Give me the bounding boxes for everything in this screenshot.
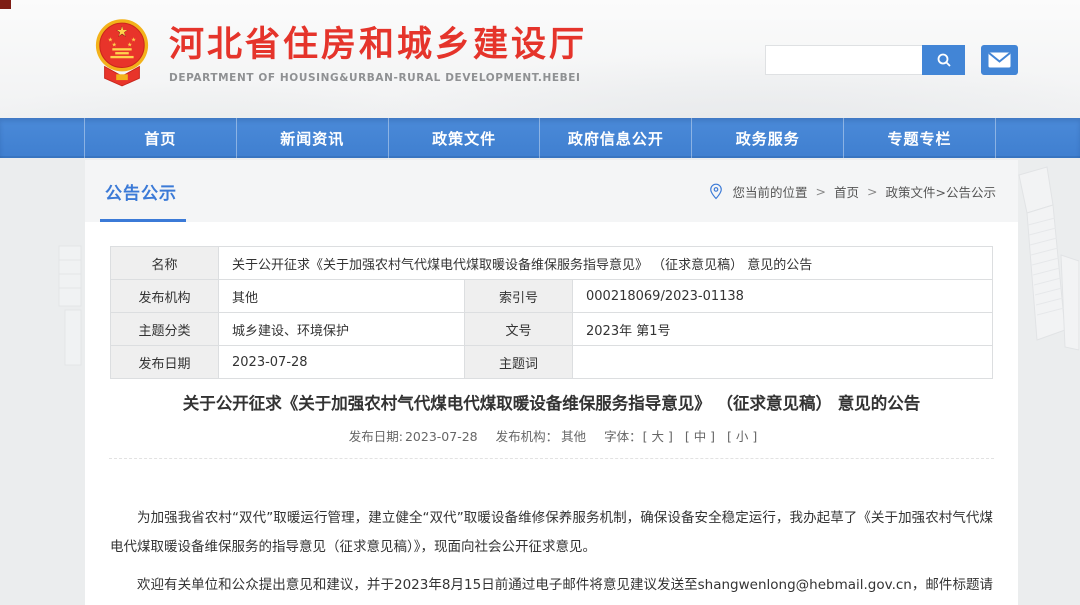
- info-label-date: 发布日期: [111, 346, 219, 379]
- nav-item-services[interactable]: 政务服务: [691, 118, 843, 158]
- brand-text: 河北省住房和城乡建设厅 DEPARTMENT OF HOUSING&URBAN-…: [169, 18, 587, 84]
- location-pin-icon: [709, 183, 723, 200]
- font-size-large-button[interactable]: [ 大 ]: [643, 429, 673, 444]
- table-row: 发布机构 其他 索引号 000218069/2023-01138: [111, 280, 993, 313]
- building-watermark-left: [55, 240, 85, 370]
- info-label-category: 主题分类: [111, 313, 219, 346]
- info-label-docnumber: 文号: [465, 313, 573, 346]
- site-subtitle: DEPARTMENT OF HOUSING&URBAN-RURAL DEVELO…: [169, 72, 587, 84]
- nav-item-home[interactable]: 首页: [84, 118, 236, 158]
- main-area: 公告公示 您当前的位置 > 首页 > 政策文件>公告公示 名称: [0, 160, 1080, 605]
- info-label-name: 名称: [111, 247, 219, 280]
- breadcrumb: 您当前的位置 > 首页 > 政策文件>公告公示: [709, 182, 996, 201]
- breadcrumb-strip: 公告公示 您当前的位置 > 首页 > 政策文件>公告公示: [85, 160, 1018, 222]
- info-value-date: 2023-07-28: [219, 346, 465, 379]
- header-search: [765, 45, 1018, 75]
- breadcrumb-separator: >: [867, 184, 877, 199]
- breadcrumb-location-label: 您当前的位置: [733, 182, 808, 201]
- publish-date: 2023-07-28: [405, 429, 478, 444]
- publish-org: 其他: [561, 429, 586, 444]
- search-icon: [936, 52, 952, 68]
- site-header: ★ ★ ★ ★ ★ ★ 河北省住房和城乡建设厅 DEPARTMENT OF HO…: [0, 0, 1080, 118]
- info-value-publisher: 其他: [219, 280, 465, 313]
- main-nav: 首页 新闻资讯 政策文件 政府信息公开 政务服务 专题专栏: [0, 118, 1080, 158]
- section-title-tab[interactable]: 公告公示: [105, 179, 177, 204]
- article-paragraph: 欢迎有关单位和公众提出意见和建议，并于2023年8月15日前通过电子邮件将意见建…: [110, 571, 993, 605]
- svg-text:★: ★: [127, 41, 132, 48]
- nav-item-gov-info[interactable]: 政府信息公开: [539, 118, 691, 158]
- info-label-publisher: 发布机构: [111, 280, 219, 313]
- info-value-keywords: [573, 346, 993, 379]
- info-value-name: 关于公开征求《关于加强农村气代煤电代煤取暖设备维保服务指导意见》 （征求意见稿）…: [219, 247, 993, 280]
- article-meta: 发布日期:2023-07-28 发布机构：其他 字体：[ 大 ] [ 中 ] […: [85, 426, 1018, 445]
- info-value-docnumber: 2023年 第1号: [573, 313, 993, 346]
- table-row: 发布日期 2023-07-28 主题词: [111, 346, 993, 379]
- search-button[interactable]: [922, 45, 965, 75]
- section-title-underline: [100, 219, 186, 222]
- info-label-keywords: 主题词: [465, 346, 573, 379]
- content-card: 公告公示 您当前的位置 > 首页 > 政策文件>公告公示 名称: [85, 160, 1018, 605]
- search-input[interactable]: [765, 45, 922, 75]
- info-value-index: 000218069/2023-01138: [573, 280, 993, 313]
- article-title: 关于公开征求《关于加强农村气代煤电代煤取暖设备维保服务指导意见》 （征求意见稿）…: [125, 392, 978, 415]
- nav-item-special[interactable]: 专题专栏: [843, 118, 996, 158]
- site-title: 河北省住房和城乡建设厅: [169, 26, 587, 65]
- building-watermark-right: [1013, 165, 1079, 355]
- site-brand: ★ ★ ★ ★ ★ ★ 河北省住房和城乡建设厅 DEPARTMENT OF HO…: [93, 18, 587, 90]
- mail-icon: [988, 52, 1011, 68]
- national-emblem-logo: ★ ★ ★ ★ ★ ★: [93, 18, 151, 90]
- svg-text:★: ★: [116, 24, 128, 40]
- publish-date-label: 发布日期:: [349, 429, 403, 444]
- nav-item-policy[interactable]: 政策文件: [388, 118, 540, 158]
- nav-item-news[interactable]: 新闻资讯: [236, 118, 388, 158]
- table-row: 主题分类 城乡建设、环境保护 文号 2023年 第1号: [111, 313, 993, 346]
- document-info-table: 名称 关于公开征求《关于加强农村气代煤电代煤取暖设备维保服务指导意见》 （征求意…: [110, 246, 993, 379]
- corner-mark: [0, 0, 11, 9]
- info-value-category: 城乡建设、环境保护: [219, 313, 465, 346]
- mail-button[interactable]: [981, 45, 1018, 75]
- publish-org-label: 发布机构：: [496, 429, 559, 444]
- article-paragraph: 为加强我省农村“双代”取暖运行管理，建立健全“双代”取暖设备维修保养服务机制，确…: [110, 504, 993, 562]
- svg-text:★: ★: [112, 41, 117, 48]
- breadcrumb-current[interactable]: 政策文件>公告公示: [886, 182, 996, 201]
- breadcrumb-separator: >: [816, 184, 826, 199]
- article-body: 为加强我省农村“双代”取暖运行管理，建立健全“双代”取暖设备维修保养服务机制，确…: [85, 459, 1018, 605]
- font-size-medium-button[interactable]: [ 中 ]: [685, 429, 715, 444]
- table-row: 名称 关于公开征求《关于加强农村气代煤电代煤取暖设备维保服务指导意见》 （征求意…: [111, 247, 993, 280]
- breadcrumb-home[interactable]: 首页: [834, 182, 859, 201]
- font-size-label: 字体：: [604, 429, 642, 444]
- font-size-small-button[interactable]: [ 小 ]: [727, 429, 757, 444]
- info-label-index: 索引号: [465, 280, 573, 313]
